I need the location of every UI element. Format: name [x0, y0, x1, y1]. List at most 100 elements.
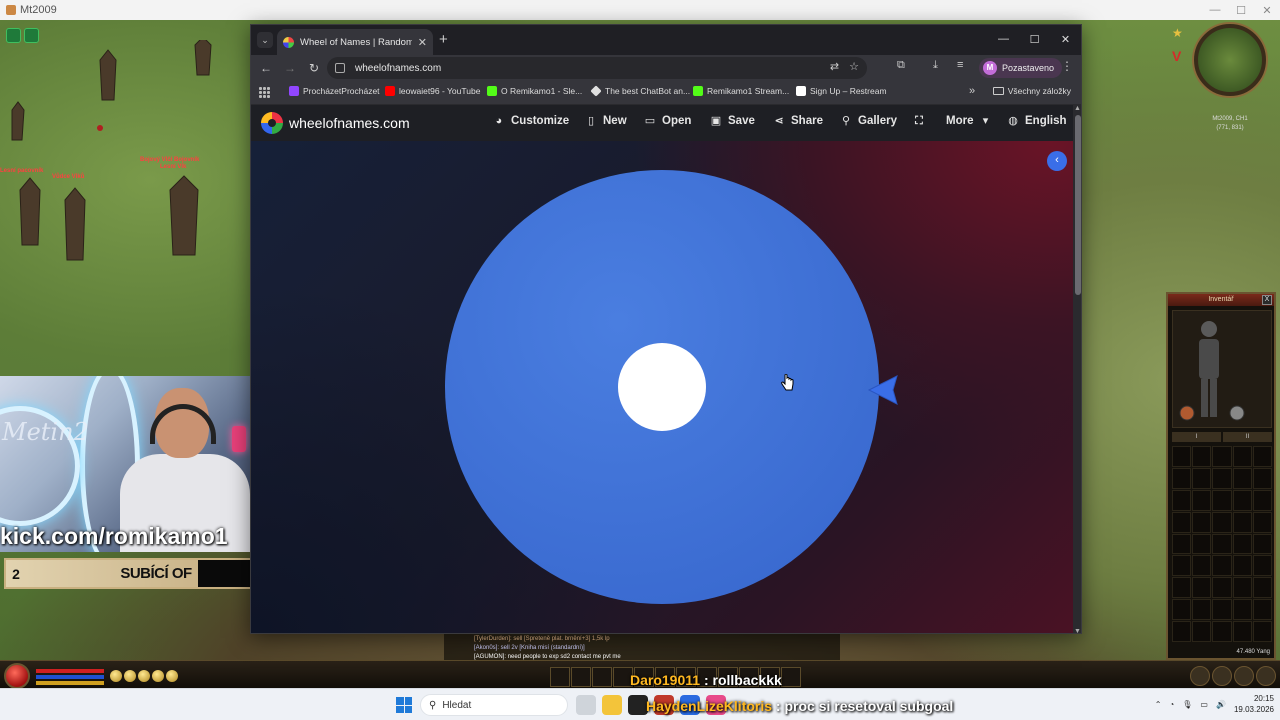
inventory-slot[interactable]	[1192, 446, 1212, 467]
minimize-button[interactable]: —	[988, 25, 1019, 53]
inventory-slot[interactable]	[1172, 577, 1192, 599]
inventory-slot[interactable]	[1212, 599, 1232, 621]
inventory-slot[interactable]	[1172, 555, 1192, 577]
fullscreen-button[interactable]: ⛶	[913, 115, 925, 127]
task-view-icon[interactable]	[576, 695, 596, 715]
inventory-slot[interactable]	[1192, 577, 1212, 599]
inventory-close-button[interactable]: X	[1262, 295, 1272, 305]
forward-icon[interactable]: →	[281, 59, 299, 77]
inventory-slot[interactable]	[1252, 489, 1272, 511]
tab-wheel-of-names[interactable]: Wheel of Names | Random name picker ✕	[277, 29, 433, 55]
messenger-menu-button[interactable]	[1234, 666, 1254, 686]
downloads-icon[interactable]: ⤓	[933, 59, 938, 72]
character-menu-button[interactable]	[1190, 666, 1210, 686]
inventory-slot[interactable]	[1212, 489, 1232, 511]
quickslot[interactable]	[571, 667, 591, 687]
inventory-tab-2[interactable]: II	[1223, 432, 1272, 442]
taskbar-clock[interactable]: 20:15 19.03.2026	[1234, 693, 1274, 715]
browser-window[interactable]: ⌄ Wheel of Names | Random name picker ✕ …	[250, 24, 1082, 634]
bookmark-item[interactable]: leowaiet96 - YouTube	[385, 86, 480, 96]
game-maximize-button[interactable]: ☐	[1228, 0, 1254, 20]
bookmark-item[interactable]: The best ChatBot an...	[590, 85, 690, 97]
page-scrollbar[interactable]: ▲ ▼	[1073, 105, 1081, 633]
wheel-graphic[interactable]	[444, 169, 880, 605]
reload-icon[interactable]: ↻	[305, 59, 323, 77]
inventory-slot[interactable]	[1172, 489, 1192, 511]
back-icon[interactable]: ←	[257, 59, 275, 77]
inventory-slot[interactable]	[1232, 467, 1252, 489]
scrollbar-thumb[interactable]	[1075, 115, 1081, 295]
translate-icon[interactable]: ⇄	[830, 60, 839, 73]
collapse-sidebar-button[interactable]: ‹	[1047, 151, 1067, 171]
inventory-slot[interactable]	[1192, 533, 1212, 555]
inventory-slot[interactable]	[1172, 446, 1192, 467]
apps-grid-icon[interactable]	[259, 87, 270, 98]
nav-more[interactable]: More ▾	[946, 115, 991, 127]
game-close-button[interactable]: ✕	[1254, 0, 1280, 20]
quickslot[interactable]	[781, 667, 801, 687]
volume-icon[interactable]: 🔊	[1216, 700, 1226, 709]
inventory-slot[interactable]	[1232, 446, 1252, 467]
nav-gallery[interactable]: ⚲ Gallery	[840, 115, 897, 127]
wheel[interactable]	[444, 169, 880, 605]
nav-share[interactable]: ⋖ Share	[773, 115, 823, 127]
quickslot[interactable]	[592, 667, 612, 687]
inventory-slot[interactable]	[1252, 533, 1272, 555]
inventory-slot[interactable]	[1172, 467, 1192, 489]
network-icon[interactable]: ◔	[1169, 700, 1174, 709]
inventory-slot[interactable]	[1192, 467, 1212, 489]
system-menu-button[interactable]	[1256, 666, 1276, 686]
inventory-slot[interactable]	[1212, 577, 1232, 599]
inventory-slot[interactable]	[1252, 467, 1272, 489]
inventory-slot[interactable]	[1192, 511, 1212, 533]
minimap-ring[interactable]	[1194, 24, 1266, 96]
profile-button[interactable]: M Pozastaveno	[979, 58, 1063, 78]
inventory-slot[interactable]	[1252, 555, 1272, 577]
inventory-slot[interactable]	[1232, 511, 1252, 533]
inventory-slot[interactable]	[1172, 533, 1192, 555]
close-window-button[interactable]: ✕	[1050, 25, 1081, 53]
inventory-slot[interactable]	[1212, 467, 1232, 489]
game-inventory-window[interactable]: Inventář X I II 47.480 Yang	[1166, 292, 1276, 660]
inventory-slot[interactable]	[1212, 621, 1232, 642]
bookmark-item[interactable]: O Remikamo1 - Sle...	[487, 86, 582, 96]
inventory-slot[interactable]	[1172, 511, 1192, 533]
gem-icon[interactable]	[152, 670, 164, 682]
new-tab-button[interactable]: +	[439, 31, 448, 48]
star-icon[interactable]: ★	[1172, 26, 1183, 40]
game-app-icon[interactable]	[628, 695, 648, 715]
nav-save[interactable]: ▣ Save	[710, 115, 755, 127]
inventory-tab-1[interactable]: I	[1172, 432, 1221, 442]
inventory-slot[interactable]	[1212, 555, 1232, 577]
inventory-slot[interactable]	[1232, 577, 1252, 599]
extensions-icon[interactable]: ⧉	[897, 59, 905, 72]
gem-icon[interactable]	[138, 670, 150, 682]
inventory-slot[interactable]	[1172, 599, 1192, 621]
inventory-slot[interactable]	[1252, 599, 1272, 621]
equipment-panel[interactable]	[1172, 310, 1272, 428]
windows-start-icon[interactable]	[396, 697, 412, 713]
nav-language[interactable]: ◍ English	[1007, 115, 1066, 127]
inventory-slot[interactable]	[1212, 511, 1232, 533]
inventory-slot[interactable]	[1252, 577, 1272, 599]
nav-open[interactable]: ▭ Open	[644, 115, 692, 127]
url-text[interactable]: wheelofnames.com	[355, 63, 441, 74]
gem-icon[interactable]	[166, 670, 178, 682]
inventory-slot[interactable]	[1252, 511, 1272, 533]
site-info-icon[interactable]	[335, 63, 345, 73]
inventory-slot[interactable]	[1232, 599, 1252, 621]
maximize-button[interactable]: ☐	[1019, 25, 1050, 53]
inventory-slot[interactable]	[1212, 533, 1232, 555]
bookmark-item[interactable]: Sign Up – Restream	[796, 86, 887, 96]
inventory-slot[interactable]	[1192, 555, 1212, 577]
bookmark-item[interactable]: ProcházetProcházet	[289, 86, 380, 96]
inventory-slot[interactable]	[1192, 621, 1212, 642]
bookmark-item[interactable]: Remikamo1 Stream...	[693, 86, 789, 96]
browser-menu-icon[interactable]: ⋮	[1061, 59, 1073, 73]
bookmark-star-icon[interactable]: ☆	[849, 60, 859, 73]
inventory-slot[interactable]	[1232, 621, 1252, 642]
more-bookmarks-button[interactable]: »	[969, 85, 975, 97]
wheel-center-button[interactable]	[618, 343, 706, 431]
site-logo[interactable]: wheelofnames.com	[261, 112, 410, 134]
inventory-slot[interactable]	[1232, 555, 1252, 577]
